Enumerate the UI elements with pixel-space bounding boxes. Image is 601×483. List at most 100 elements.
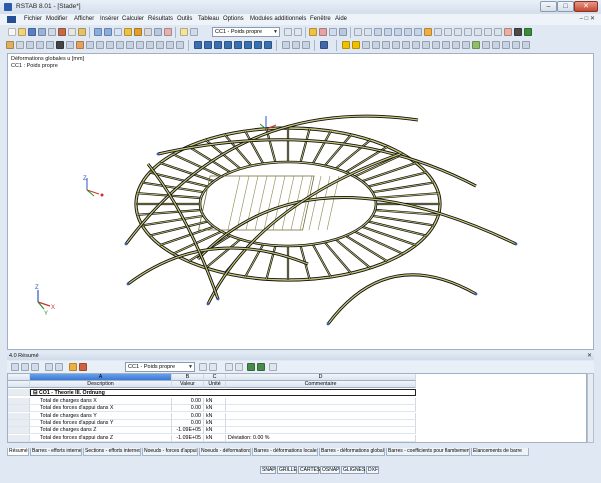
open-folder-icon[interactable] (18, 28, 26, 36)
line-icon[interactable] (146, 41, 154, 49)
render-icon[interactable] (444, 28, 452, 36)
panel-icon[interactable] (190, 28, 198, 36)
panel-select-icon[interactable] (69, 363, 77, 371)
close-button[interactable]: ✕ (574, 1, 598, 12)
header-value[interactable]: Valeur (172, 381, 204, 388)
load-display-icon[interactable] (392, 41, 400, 49)
show-results-icon[interactable] (164, 28, 172, 36)
view-right-icon[interactable] (224, 41, 232, 49)
table-row[interactable]: Total des forces d'appui dans Z -1.09E+05… (8, 434, 586, 442)
panel-export-icon[interactable] (45, 363, 53, 371)
solid-model-icon[interactable] (502, 41, 510, 49)
panel-next-icon[interactable] (209, 363, 217, 371)
member-display-icon[interactable] (342, 41, 350, 49)
arc-icon[interactable] (156, 41, 164, 49)
stadium-model[interactable]: Z Z X Y (8, 54, 594, 350)
panel-prev-icon[interactable] (199, 363, 207, 371)
panel-excel-icon[interactable] (247, 363, 255, 371)
panel-close-icon[interactable]: ✕ (587, 352, 592, 360)
group-row[interactable]: ⊟ CO1 - Theorie III. Ordnung (8, 389, 586, 396)
zoom-all-icon[interactable] (374, 28, 382, 36)
table-row[interactable]: Total des forces d'appui dans Y 0.00 kN (8, 419, 586, 427)
column-letter-d[interactable]: D (226, 374, 416, 381)
table-view-icon[interactable] (154, 28, 162, 36)
generate-loads-icon[interactable] (144, 28, 152, 36)
section-display-icon[interactable] (412, 41, 420, 49)
new-member-icon[interactable] (26, 41, 34, 49)
select-icon[interactable] (6, 41, 14, 49)
maximize-button[interactable]: □ (557, 1, 574, 12)
copy-objects-icon[interactable] (86, 41, 94, 49)
animation-icon[interactable] (339, 28, 347, 36)
panel-undo-icon[interactable] (79, 363, 87, 371)
tab-0[interactable]: Résumé (7, 448, 29, 456)
panel-load-case-select[interactable]: CC1 - Poids propre ▼ (125, 362, 195, 372)
load-case-select[interactable]: CC1 - Poids propre ▼ (212, 27, 280, 37)
status-button-glignes[interactable]: GLIGNES (341, 466, 365, 474)
column-letter-b[interactable]: B (172, 374, 204, 381)
tab-2[interactable]: Sections - efforts internes (83, 448, 141, 456)
header-comment[interactable]: Commentaire (226, 381, 416, 388)
tab-5[interactable]: Barres - déformations locales (252, 448, 318, 456)
view-z-icon[interactable] (414, 28, 422, 36)
dropdown-tools-icon[interactable] (176, 41, 184, 49)
dxf-layer-icon[interactable] (462, 41, 470, 49)
mdi-window-controls[interactable]: – □ ✕ (580, 15, 595, 22)
mirror-icon[interactable] (116, 41, 124, 49)
collapse-icon[interactable]: ⊟ (33, 390, 37, 395)
toolbar-more-icon[interactable] (522, 41, 530, 49)
load-icon[interactable] (76, 41, 84, 49)
panel-excel-export-icon[interactable] (257, 363, 265, 371)
menu-options[interactable]: Options (223, 16, 244, 22)
model-data-icon[interactable] (114, 28, 122, 36)
panel-result-icon[interactable] (225, 363, 233, 371)
save-icon[interactable] (28, 28, 36, 36)
status-button-dxf[interactable]: DXF (366, 466, 379, 474)
color-scale-icon[interactable] (512, 41, 520, 49)
tab-7[interactable]: Barres - coefficients pour flambement (386, 448, 470, 456)
menu-fenetre[interactable]: Fenêtre (310, 16, 331, 22)
grid-settings-icon[interactable] (282, 41, 290, 49)
undo-icon[interactable] (94, 28, 102, 36)
isolines-icon[interactable] (329, 28, 337, 36)
menu-afficher[interactable]: Afficher (74, 16, 94, 22)
lighting-icon[interactable] (464, 28, 472, 36)
tab-3[interactable]: Noeuds - forces d'appui (142, 448, 198, 456)
next-case-icon[interactable] (294, 28, 302, 36)
menu-calculer[interactable]: Calculer (122, 16, 144, 22)
menu-modules-additionnels[interactable]: Modules additionnels (250, 16, 306, 22)
previous-case-icon[interactable] (284, 28, 292, 36)
panel-import-icon[interactable] (55, 363, 63, 371)
column-letter-a[interactable]: A (30, 374, 172, 381)
member-end-icon[interactable] (422, 41, 430, 49)
tab-6[interactable]: Barres - déformations globales (319, 448, 385, 456)
view-back-icon[interactable] (204, 41, 212, 49)
menu-aide[interactable]: Aide (335, 16, 347, 22)
display-icon[interactable] (320, 41, 328, 49)
tab-4[interactable]: Noeuds - déformations (199, 448, 251, 456)
hinge-display-icon[interactable] (402, 41, 410, 49)
isometric-view-icon[interactable] (424, 28, 432, 36)
view-left-icon[interactable] (214, 41, 222, 49)
table-scrollbar[interactable] (587, 373, 594, 443)
dimension-icon[interactable] (484, 28, 492, 36)
calculator-icon[interactable] (180, 28, 188, 36)
tab-1[interactable]: Barres - efforts internes (30, 448, 82, 456)
comment-icon[interactable] (494, 28, 502, 36)
workplane-icon[interactable] (302, 41, 310, 49)
panel-view-icon[interactable] (31, 363, 39, 371)
panel-print-icon[interactable] (235, 363, 243, 371)
deformation-icon[interactable] (309, 28, 317, 36)
panel-options-icon[interactable] (269, 363, 277, 371)
new-file-icon[interactable] (8, 28, 16, 36)
view-y-icon[interactable] (404, 28, 412, 36)
view-front-icon[interactable] (194, 41, 202, 49)
results-values-icon[interactable] (319, 28, 327, 36)
support-display-icon[interactable] (382, 41, 390, 49)
snap-settings-icon[interactable] (292, 41, 300, 49)
set-of-members-icon[interactable] (442, 41, 450, 49)
view-custom-icon[interactable] (264, 41, 272, 49)
delete-icon[interactable] (504, 28, 512, 36)
polyline-icon[interactable] (166, 41, 174, 49)
view-x-icon[interactable] (394, 28, 402, 36)
